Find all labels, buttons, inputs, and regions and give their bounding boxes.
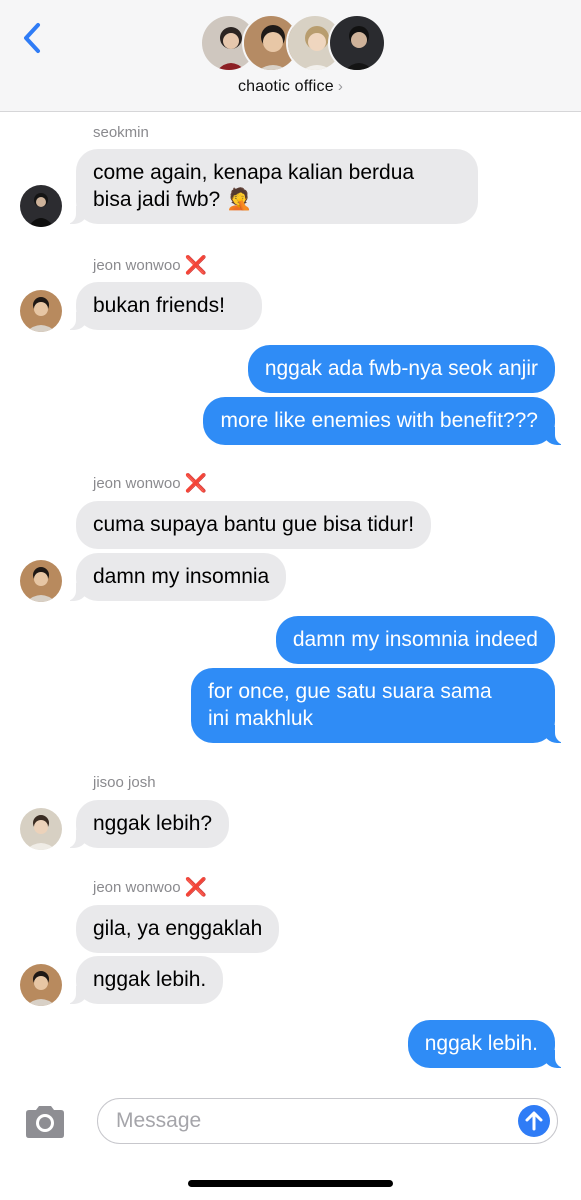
- home-indicator: [188, 1180, 393, 1187]
- incoming-message-bubble[interactable]: come again, kenapa kalian berdua bisa ja…: [66, 149, 478, 224]
- sender-name: jeon wonwoo ❌: [93, 255, 207, 275]
- message-text-line: nggak lebih.: [93, 968, 207, 991]
- incoming-message-bubble[interactable]: bukan friends!: [66, 282, 262, 330]
- message-text-line: nggak lebih.: [424, 1032, 538, 1055]
- message-text-line: cuma supaya bantu gue bisa tidur!: [93, 513, 415, 536]
- group-name-label: chaotic office: [237, 78, 334, 95]
- wonwoo-avatar[interactable]: [20, 290, 62, 332]
- outgoing-message-bubble[interactable]: more like enemies with benefit???: [203, 397, 565, 445]
- message-text-line: bisa jadi fwb? 🤦: [93, 188, 253, 211]
- group-name[interactable]: chaotic office ›: [0, 78, 581, 96]
- message-text-line: nggak lebih?: [93, 812, 213, 835]
- message-text-line: more like enemies with benefit???: [220, 409, 538, 432]
- outgoing-message-bubble[interactable]: nggak lebih.: [407, 1020, 566, 1068]
- member-avatar: [328, 14, 386, 72]
- chevron-right-icon: ›: [337, 78, 344, 95]
- jisoo-avatar[interactable]: [20, 808, 62, 850]
- incoming-message-bubble[interactable]: damn my insomnia: [65, 553, 287, 601]
- outgoing-message-bubble[interactable]: for once, gue satu suara sama ini makhlu…: [191, 668, 565, 743]
- incoming-message-bubble[interactable]: gila, ya enggaklah: [76, 905, 280, 953]
- outgoing-message-bubble[interactable]: nggak ada fwb-nya seok anjir: [247, 345, 555, 393]
- message-input[interactable]: [116, 1107, 496, 1135]
- wonwoo-avatar[interactable]: [20, 560, 62, 602]
- message-text-line: ini makhluk: [208, 707, 314, 730]
- conversation-header: chaotic office ›: [0, 0, 581, 112]
- message-text-line: come again, kenapa kalian berdua: [93, 161, 415, 184]
- seokmin-avatar[interactable]: [20, 185, 62, 227]
- message-text-line: for once, gue satu suara sama: [208, 680, 492, 703]
- wonwoo-avatar[interactable]: [20, 964, 62, 1006]
- sender-name: seokmin: [93, 124, 149, 141]
- incoming-message-bubble[interactable]: nggak lebih.: [65, 956, 224, 1004]
- camera-icon[interactable]: [22, 1104, 68, 1140]
- cross-mark-icon: ❌: [184, 473, 207, 493]
- group-avatars[interactable]: [200, 14, 386, 74]
- message-text-line: nggak ada fwb-nya seok anjir: [264, 357, 538, 380]
- message-text-line: gila, ya enggaklah: [93, 917, 263, 940]
- message-text-line: damn my insomnia: [93, 565, 270, 588]
- incoming-message-bubble[interactable]: cuma supaya bantu gue bisa tidur!: [76, 501, 432, 549]
- sender-name: jeon wonwoo ❌: [93, 877, 207, 897]
- sender-name: jeon wonwoo ❌: [93, 473, 207, 493]
- back-chevron-icon[interactable]: [18, 20, 48, 56]
- arrow-up-icon: [525, 1111, 543, 1131]
- incoming-message-bubble[interactable]: nggak lebih?: [65, 800, 230, 848]
- send-button[interactable]: [518, 1105, 550, 1137]
- cross-mark-icon: ❌: [184, 255, 207, 275]
- sender-name: jisoo josh: [93, 774, 156, 791]
- cross-mark-icon: ❌: [184, 877, 207, 897]
- outgoing-message-bubble[interactable]: damn my insomnia indeed: [275, 616, 555, 664]
- message-text-line: damn my insomnia indeed: [292, 628, 538, 651]
- message-input-field[interactable]: [97, 1098, 558, 1144]
- message-text-line: bukan friends!: [93, 294, 225, 317]
